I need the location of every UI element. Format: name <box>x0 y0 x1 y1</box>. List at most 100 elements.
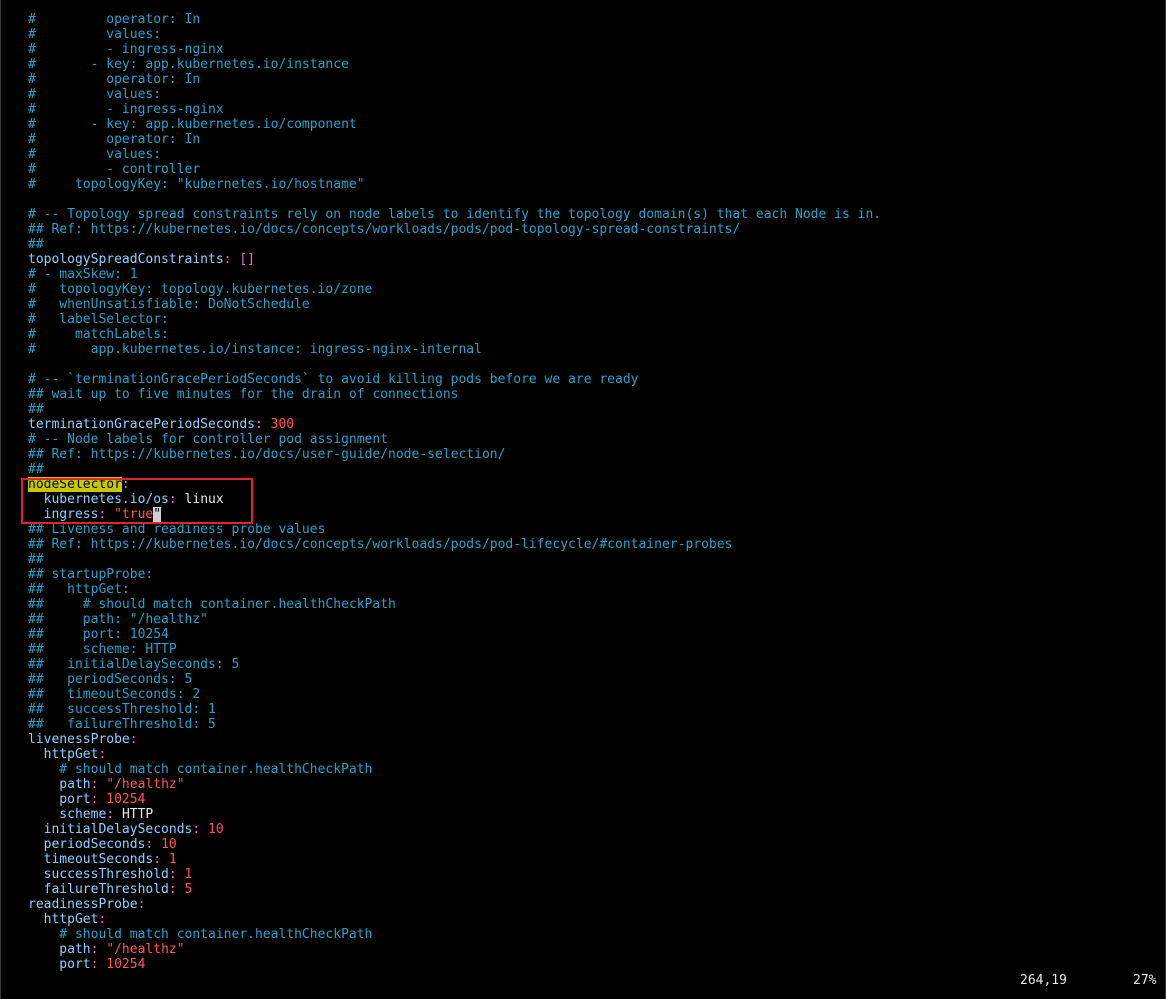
code-line: kubernetes.io/os: linux <box>28 492 881 507</box>
code-token: # -- Topology spread constraints rely on… <box>28 207 882 222</box>
code-token: # values: <box>28 147 162 162</box>
code-line: ## failureThreshold: 5 <box>28 717 881 732</box>
code-token: 10254 <box>106 792 146 807</box>
code-line: # topologyKey: "kubernetes.io/hostname" <box>28 177 881 192</box>
code-line: ingress: "true" <box>28 507 881 522</box>
code-token: linux <box>184 492 224 507</box>
code-token: : <box>145 837 162 852</box>
code-line: ## port: 10254 <box>28 627 881 642</box>
code-line: # values: <box>28 27 881 42</box>
code-line: # matchLabels: <box>28 327 881 342</box>
code-token: periodSeconds <box>28 837 146 852</box>
code-token: : <box>90 957 107 972</box>
code-line: ## periodSeconds: 5 <box>28 672 881 687</box>
scroll-percent: 27% <box>1133 973 1157 988</box>
code-token: 1 <box>168 852 177 867</box>
code-token: # topologyKey: "kubernetes.io/hostname" <box>28 177 365 192</box>
code-token: timeoutSeconds <box>28 852 154 867</box>
code-token: httpGet <box>28 747 99 762</box>
code-line: ## Liveness and readiness probe values <box>28 522 881 537</box>
code-line: # values: <box>28 87 881 102</box>
code-token: # whenUnsatisfiable: DoNotSchedule <box>28 297 310 312</box>
code-line: # operator: In <box>28 12 881 27</box>
code-line: topologySpreadConstraints: [] <box>28 252 881 267</box>
code-token: ## # should match container.healthCheckP… <box>28 597 396 612</box>
code-token: ## <box>28 402 44 417</box>
code-token: : <box>106 807 122 822</box>
code-line: ## <box>28 462 881 477</box>
code-line: failureThreshold: 5 <box>28 882 881 897</box>
code-token: ## port: 10254 <box>28 627 169 642</box>
code-token: port <box>28 792 91 807</box>
code-line: terminationGracePeriodSeconds: 300 <box>28 417 881 432</box>
code-token: ## startupProbe: <box>28 567 154 582</box>
code-token: ## periodSeconds: 5 <box>28 672 193 687</box>
code-token: # - ingress-nginx <box>28 42 224 57</box>
code-token: successThreshold <box>28 867 169 882</box>
code-token: # app.kubernetes.io/instance: ingress-ng… <box>28 342 482 357</box>
code-line: port: 10254 <box>28 792 881 807</box>
code-token: # - maxSkew: 1 <box>28 267 138 282</box>
code-line: ## Ref: https://kubernetes.io/docs/conce… <box>28 537 881 552</box>
code-token: : <box>90 942 107 957</box>
code-token: ## initialDelaySeconds: 5 <box>28 657 240 672</box>
code-token: path <box>28 942 91 957</box>
code-token: # -- `terminationGracePeriodSeconds` to … <box>28 372 639 387</box>
code-token: # - key: app.kubernetes.io/component <box>28 117 357 132</box>
code-token: # operator: In <box>28 12 201 27</box>
code-token: 10 <box>208 822 224 837</box>
code-line: scheme: HTTP <box>28 807 881 822</box>
code-line: # app.kubernetes.io/instance: ingress-ng… <box>28 342 881 357</box>
code-token: failureThreshold <box>28 882 169 897</box>
code-line: # topologyKey: topology.kubernetes.io/zo… <box>28 282 881 297</box>
code-line: path: "/healthz" <box>28 942 881 957</box>
code-line: # - ingress-nginx <box>28 42 881 57</box>
code-token: # labelSelector: <box>28 312 169 327</box>
code-token: ## Ref: https://kubernetes.io/docs/user-… <box>28 447 506 462</box>
code-token: # - key: app.kubernetes.io/instance <box>28 57 349 72</box>
editor-buffer[interactable]: # operator: In # values: # - ingress-nginx… <box>28 12 881 972</box>
code-token: readinessProbe <box>28 897 138 912</box>
code-token: HTTP <box>121 807 154 822</box>
code-token: : <box>254 417 271 432</box>
code-token: ## <box>28 237 44 252</box>
code-line: # -- Topology spread constraints rely on… <box>28 207 881 222</box>
code-token: initialDelaySeconds <box>28 822 193 837</box>
code-line: nodeSelector: <box>28 477 881 492</box>
code-token: : <box>98 507 115 522</box>
code-line: # - key: app.kubernetes.io/instance <box>28 57 881 72</box>
code-line: ## <box>28 237 881 252</box>
code-token: # should match container.healthCheckPath <box>28 927 373 942</box>
code-token: 1 <box>184 867 193 882</box>
cursor-position: 264,19 <box>1020 973 1067 988</box>
code-token: 10254 <box>106 957 146 972</box>
code-token: ingress <box>28 507 99 522</box>
code-token: ## Liveness and readiness probe values <box>28 522 326 537</box>
code-token: ## path: "/healthz" <box>28 612 209 627</box>
code-token: # - ingress-nginx <box>28 102 224 117</box>
code-token: ## successThreshold: 1 <box>28 702 216 717</box>
code-token: : <box>98 747 107 762</box>
code-token: # values: <box>28 87 162 102</box>
code-token: # matchLabels: <box>28 327 169 342</box>
code-token: ## wait up to five minutes for the drain… <box>28 387 459 402</box>
code-token: : <box>168 867 185 882</box>
code-line: httpGet: <box>28 912 881 927</box>
code-line: timeoutSeconds: 1 <box>28 852 881 867</box>
code-token: 5 <box>184 882 193 897</box>
code-token: topologySpreadConstraints <box>28 252 224 267</box>
code-line: # should match container.healthCheckPath <box>28 762 881 777</box>
code-token: : <box>98 912 107 927</box>
code-line: # should match container.healthCheckPath <box>28 927 881 942</box>
code-line: # values: <box>28 147 881 162</box>
code-token: : <box>192 822 209 837</box>
code-line: periodSeconds: 10 <box>28 837 881 852</box>
code-token: terminationGracePeriodSeconds <box>28 417 255 432</box>
code-token: # - controller <box>28 162 201 177</box>
code-token: # -- Node labels for controller pod assi… <box>28 432 389 447</box>
code-token: # topologyKey: topology.kubernetes.io/zo… <box>28 282 373 297</box>
code-line: port: 10254 <box>28 957 881 972</box>
terminal-window[interactable]: # operator: In # values: # - ingress-nginx… <box>0 0 1166 999</box>
code-line: ## successThreshold: 1 <box>28 702 881 717</box>
code-line: # labelSelector: <box>28 312 881 327</box>
